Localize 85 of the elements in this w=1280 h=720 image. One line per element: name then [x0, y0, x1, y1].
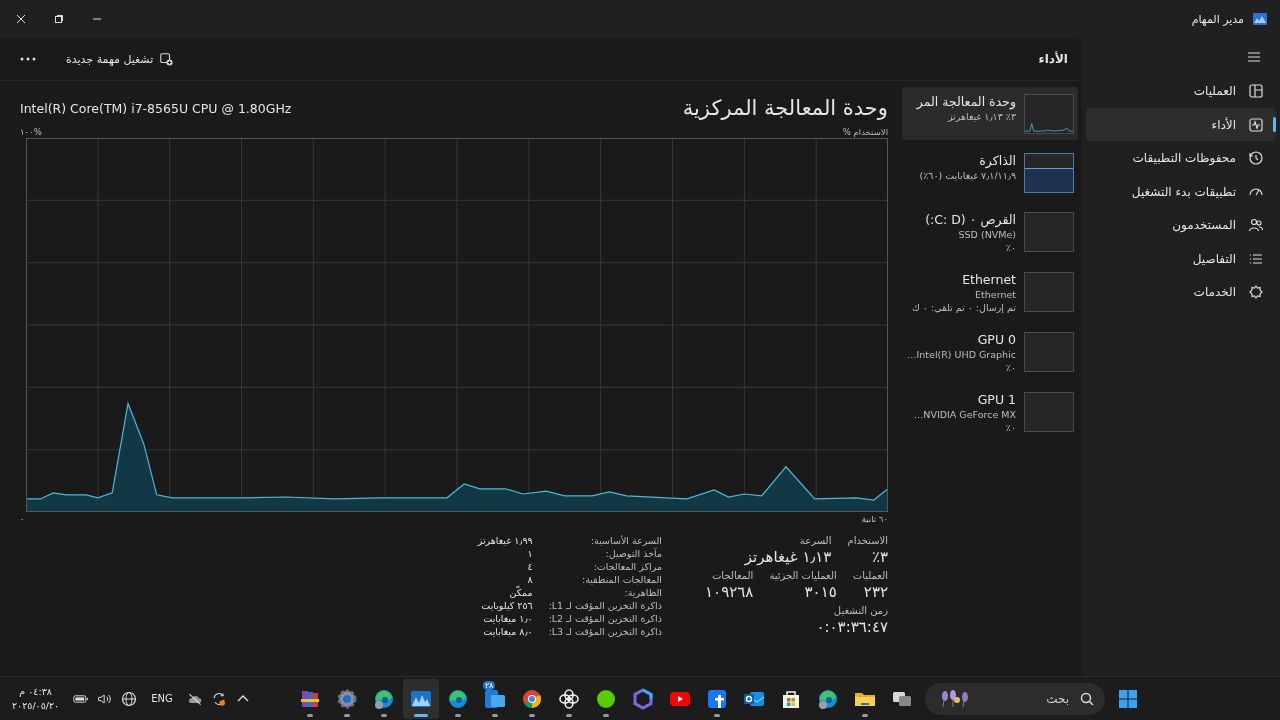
spec-label: ذاكرة التخزين المؤقت لـ L1:	[548, 600, 662, 611]
device-detail: تم إرسال: ٠ تم تلقي: ٠ ك	[911, 302, 1016, 313]
axis-tick: ٦٠ ثانية	[861, 513, 888, 524]
device-detail: ٠٪	[1005, 362, 1016, 373]
nav-item[interactable]: الأداء	[1086, 108, 1276, 141]
services-icon	[1248, 284, 1264, 300]
spec-label: ذاكرة التخزين المؤقت لـ L2:	[548, 613, 662, 624]
nav-item[interactable]: العمليات	[1086, 74, 1276, 108]
ring-icon	[631, 686, 655, 711]
spec-value: ١٫٩٩ غيغاهرتز	[477, 535, 533, 546]
taskbar-button[interactable]	[403, 678, 439, 719]
page-title: الأداء	[1038, 52, 1068, 66]
restore-icon	[54, 14, 64, 24]
performance-icon	[1248, 116, 1264, 133]
nav-item[interactable]: المستخدمون	[1086, 208, 1276, 242]
stat-label: السرعة	[798, 535, 832, 546]
stat-label: المعالجات	[710, 570, 754, 581]
device-item[interactable]: وحدة المعالجة المر ٣٪ ١٫١٣ غيغاهرتز	[902, 87, 1078, 140]
spec-value: ١٫٠ ميغابايت	[482, 613, 533, 624]
device-detail: ٠٪	[1005, 422, 1016, 433]
panel-title: وحدة المعالجة المركزية	[682, 96, 888, 120]
spec-label: ذاكرة التخزين المؤقت لـ L3:	[548, 626, 662, 637]
history-icon	[1248, 150, 1264, 166]
spec-label: الظاهرية:	[623, 587, 662, 598]
stat-label: العمليات الجزئية	[769, 570, 837, 581]
device-detail: SSD (NVMe)	[958, 229, 1016, 240]
knot-icon	[557, 686, 581, 711]
device-detail: Intel(R) UHD Graphic…	[907, 349, 1016, 360]
device-detail: ٠٪	[1005, 242, 1016, 253]
device-graph	[1024, 332, 1074, 372]
device-graph	[1024, 392, 1074, 432]
axis-tick: ٠	[20, 513, 25, 524]
clock-time: ٠٤:٣٨ م	[19, 684, 52, 699]
spec-label: المعالجات المنطقية:	[580, 574, 662, 585]
spec-label: السرعة الأساسية:	[589, 535, 662, 546]
window-title: مدير المهام	[1191, 12, 1244, 26]
clock-date: ٢٠٢٥/٠٥/٢٠	[12, 698, 60, 713]
device-item[interactable]: الذاكرة ٧٫١/١١٫٩ غيغابايت (٦٠٪)	[902, 146, 1078, 199]
notification-badge: ٢٨	[483, 680, 495, 690]
spec-label: مراكز المعالجات:	[592, 561, 662, 572]
nav-item[interactable]: الخدمات	[1086, 275, 1276, 309]
stat-value: ١٫١٣ غيغاهرتز	[744, 548, 832, 566]
stat-label: زمن التشغيل	[832, 605, 888, 616]
close-icon	[16, 14, 26, 24]
new-task-icon	[159, 52, 174, 66]
stat-value: ٠:٠٣:٣٦:٤٧	[815, 618, 888, 636]
device-detail: ٧٫١/١١٫٩ غيغابايت (٦٠٪)	[919, 170, 1016, 181]
users-icon	[1248, 217, 1264, 233]
spec-label: مآخذ التوصيل:	[604, 548, 662, 559]
globe-icon[interactable]	[121, 690, 138, 707]
taskbar-button[interactable]: ٢٨	[477, 678, 513, 719]
device-graph	[1024, 212, 1074, 252]
search-box[interactable]: بحث	[925, 682, 1105, 715]
axis-tick: %١٠٠	[20, 126, 42, 137]
run-task-button[interactable]: تشغيل مهمة جديدة	[60, 45, 180, 73]
stat-value: ٣٠١٥	[803, 583, 837, 601]
spec-value: ٤	[526, 561, 533, 572]
device-detail: ٣٪ ١٫١٣ غيغاهرتز	[947, 111, 1016, 122]
nav-item[interactable]: محفوظات التطبيقات	[1086, 141, 1276, 175]
device-graph	[1024, 94, 1074, 134]
device-graph	[1024, 153, 1074, 193]
search-icon	[1079, 690, 1095, 707]
more-icon	[20, 57, 36, 61]
axis-label: الاستخدام %	[842, 126, 888, 137]
stat-value: ١٠٩٢٦٨	[705, 583, 754, 601]
stat-label: العمليات	[852, 570, 888, 581]
spec-value: ٢٥٦ كيلوبايت	[480, 600, 533, 611]
app-icon	[1252, 11, 1268, 27]
spec-value: ٨٫٠ ميغابايت	[482, 626, 533, 637]
spec-value: ممكّن	[508, 587, 533, 598]
device-detail: NVIDIA GeForce MX…	[913, 409, 1016, 420]
device-graph	[1024, 272, 1074, 312]
language-indicator[interactable]: ENG	[151, 693, 173, 704]
spec-value: ٨	[526, 574, 533, 585]
search-input[interactable]: بحث	[983, 690, 1071, 707]
cpu-model: Intel(R) Core(TM) i7-8565U CPU @ 1.80GHz	[20, 100, 292, 116]
stat-label: الاستخدام	[847, 535, 888, 546]
processes-icon	[1248, 83, 1264, 99]
stat-value: ٢٣٢	[862, 583, 888, 601]
stat-value: ٣٪	[870, 548, 888, 566]
spec-value: ١	[526, 548, 533, 559]
device-detail: Ethernet	[975, 289, 1016, 300]
nav-item[interactable]: تطبيقات بدء التشغيل	[1086, 175, 1276, 208]
nav-item[interactable]: التفاصيل	[1086, 242, 1276, 275]
menu-icon	[1246, 49, 1262, 65]
